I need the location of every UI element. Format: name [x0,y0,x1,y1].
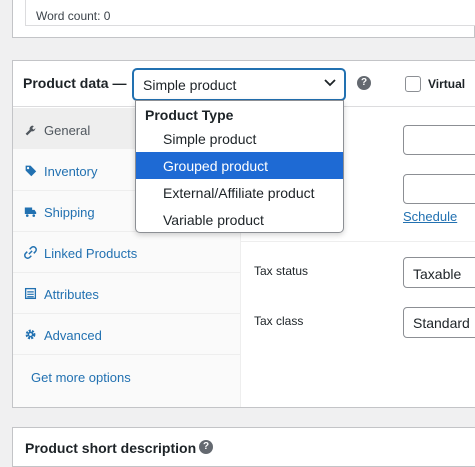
schedule-link[interactable]: Schedule [403,209,457,224]
truck-icon [24,207,37,217]
gear-icon [25,329,36,340]
regular-price-input[interactable] [403,125,475,155]
option-simple-product-label: Simple product [163,131,257,147]
list-icon [24,287,37,300]
virtual-checkbox[interactable] [405,76,421,92]
tab-general-label: General [44,123,91,138]
product-type-selected: Simple product [143,77,237,93]
tab-advanced-label: Advanced [44,328,102,343]
help-icon[interactable]: ? [199,440,213,454]
tax-class-label: Tax class [254,314,304,328]
tag-icon [25,165,37,177]
chevron-down-icon[interactable] [322,74,338,90]
fieldset-divider [241,241,475,242]
wrench-icon [25,125,36,136]
tab-shipping-label: Shipping [44,205,95,220]
word-count: Word count: 0 [36,9,111,23]
tab-linked-products-label: Linked Products [44,246,138,261]
dropdown-group-label: Product Type [145,107,234,123]
link-icon [24,246,37,259]
tax-class-value: Standard [413,315,470,331]
virtual-label: Virtual [428,77,466,91]
tax-status-value: Taxable [413,266,462,282]
option-external-affiliate-product-label: External/Affiliate product [163,185,315,201]
option-variable-product-label: Variable product [163,212,264,228]
tab-inventory-label: Inventory [44,164,98,179]
get-more-options-link[interactable]: Get more options [31,370,131,385]
sale-price-input[interactable] [403,174,475,204]
option-grouped-product-label: Grouped product [163,158,269,174]
help-icon[interactable]: ? [357,76,371,90]
tab-attributes-label: Attributes [44,287,99,302]
short-description-title: Product short description [25,440,197,456]
product-data-title: Product data — [23,75,127,91]
tax-status-label: Tax status [254,264,309,278]
